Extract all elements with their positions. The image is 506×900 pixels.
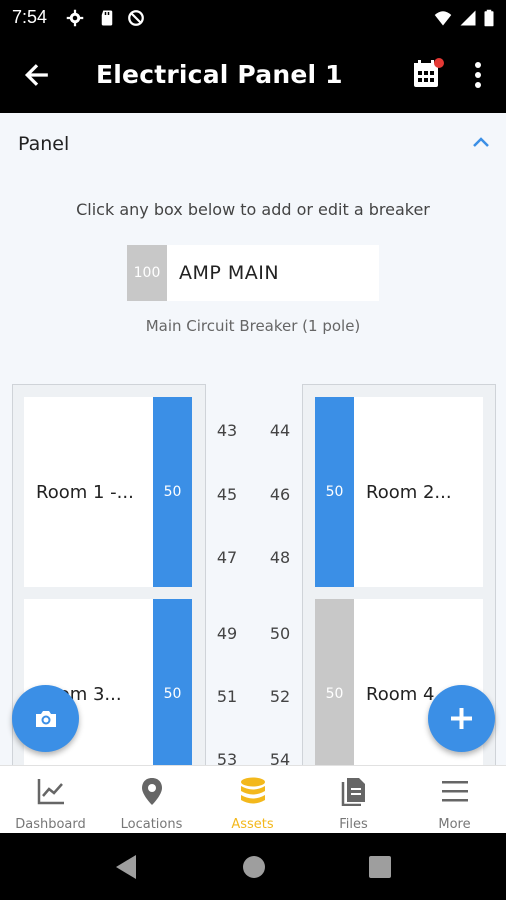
slot-number: 44	[269, 421, 291, 440]
main-breaker-amp: 100	[127, 245, 167, 301]
breaker-amp: 50	[315, 397, 354, 587]
system-back-icon[interactable]	[114, 854, 138, 880]
slot-number: 43	[216, 421, 238, 440]
more-options-icon[interactable]	[470, 61, 486, 89]
breaker-name: Room 4	[366, 684, 435, 705]
slot-number: 52	[269, 687, 291, 706]
main-breaker[interactable]: 100 AMP MAIN	[127, 245, 379, 301]
wifi-icon	[434, 11, 452, 26]
sd-card-icon	[101, 10, 113, 26]
page-title: Electrical Panel 1	[96, 60, 343, 89]
nav-label: More	[438, 817, 471, 832]
status-time: 7:54	[12, 7, 48, 27]
slot-number: 48	[269, 548, 291, 567]
plus-icon	[451, 708, 472, 729]
nav-assets[interactable]: Assets	[202, 766, 303, 834]
signal-icon	[460, 10, 476, 26]
slot-number: 46	[269, 485, 291, 504]
nav-label: Locations	[120, 817, 183, 832]
slot-number: 49	[216, 624, 238, 643]
dnd-icon	[128, 10, 144, 26]
system-home-icon[interactable]	[242, 855, 266, 879]
breaker-amp: 50	[153, 599, 192, 789]
slot-number: 51	[216, 687, 238, 706]
nav-label: Files	[339, 817, 368, 832]
camera-button[interactable]	[12, 685, 79, 752]
status-bar: 7:54	[0, 0, 506, 38]
menu-icon	[442, 781, 468, 802]
system-navigation-bar	[0, 833, 506, 900]
calendar-icon[interactable]	[411, 57, 445, 91]
nav-dashboard[interactable]: Dashboard	[0, 766, 101, 834]
nav-files[interactable]: Files	[303, 766, 404, 834]
camera-icon	[36, 711, 56, 727]
breaker-right-1[interactable]: 50 Room 2...	[315, 397, 483, 587]
battery-icon	[484, 9, 494, 27]
breaker-name: Room 2...	[366, 482, 452, 503]
files-icon	[341, 778, 365, 806]
slot-number: 50	[269, 624, 291, 643]
main-breaker-caption: Main Circuit Breaker (1 pole)	[145, 317, 361, 335]
settings-icon	[66, 9, 84, 27]
panel-section-header[interactable]: Panel	[0, 113, 506, 173]
database-icon	[241, 777, 265, 804]
breaker-amp: 50	[315, 599, 354, 789]
panel-header-label: Panel	[18, 133, 70, 155]
slot-number: 45	[216, 485, 238, 504]
add-button[interactable]	[428, 685, 495, 752]
bottom-navigation: Dashboard Locations Assets Files More	[0, 765, 506, 834]
main-breaker-label: AMP MAIN	[179, 262, 280, 284]
chevron-up-icon[interactable]	[472, 135, 490, 149]
app-bar: Electrical Panel 1	[0, 38, 506, 113]
location-pin-icon	[142, 778, 162, 805]
back-arrow-icon[interactable]	[24, 62, 50, 88]
nav-locations[interactable]: Locations	[101, 766, 202, 834]
breaker-left-1[interactable]: Room 1 -... 50	[24, 397, 192, 587]
nav-label: Dashboard	[15, 817, 86, 832]
nav-more[interactable]: More	[404, 766, 505, 834]
breaker-name: Room 1 -...	[36, 482, 134, 503]
chart-icon	[37, 779, 64, 805]
instruction-text: Click any box below to add or edit a bre…	[76, 200, 430, 219]
breaker-amp: 50	[153, 397, 192, 587]
nav-label: Assets	[231, 817, 274, 832]
slot-number: 47	[216, 548, 238, 567]
system-recents-icon[interactable]	[369, 856, 391, 878]
